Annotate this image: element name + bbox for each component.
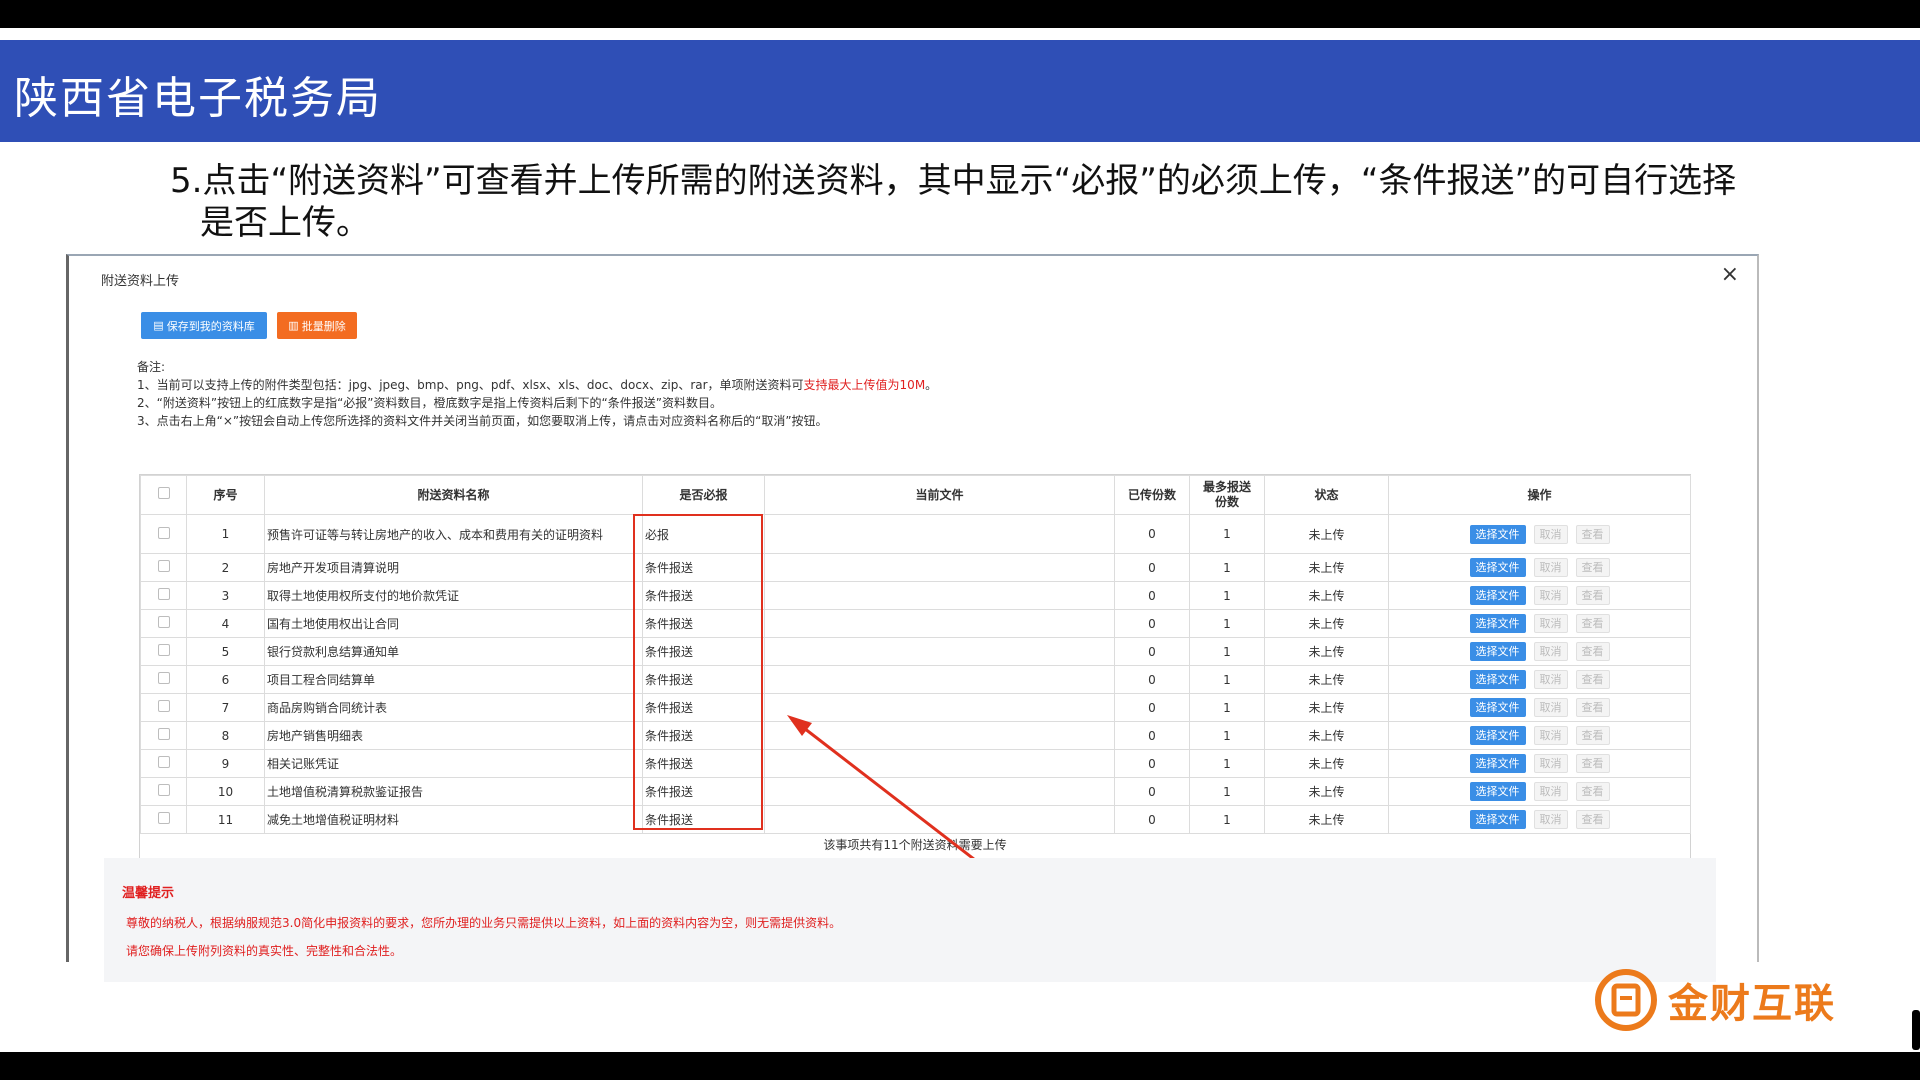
- warm-tips-panel: 温馨提示 尊敬的纳税人，根据纳服规范3.0简化申报资料的要求，您所办理的业务只需…: [104, 858, 1716, 982]
- tips-line-1: 尊敬的纳税人，根据纳服规范3.0简化申报资料的要求，您所办理的业务只需提供以上资…: [126, 916, 842, 930]
- brand-name: 金财互联: [1668, 981, 1836, 1027]
- tips-title: 温馨提示: [122, 886, 175, 901]
- brand-logo: 金财互联: [1594, 968, 1836, 1032]
- scrollbar-handle[interactable]: [1912, 1010, 1920, 1050]
- presentation-slide: 陕西省电子税务局 5.点击“附送资料”可查看并上传所需的附送资料，其中显示“必报…: [0, 28, 1920, 1052]
- top-black-bar: [0, 0, 1920, 28]
- tips-line-2: 请您确保上传附列资料的真实性、完整性和合法性。: [126, 944, 403, 958]
- bottom-black-bar: [0, 1052, 1920, 1080]
- brand-logo-icon: [1595, 969, 1657, 1031]
